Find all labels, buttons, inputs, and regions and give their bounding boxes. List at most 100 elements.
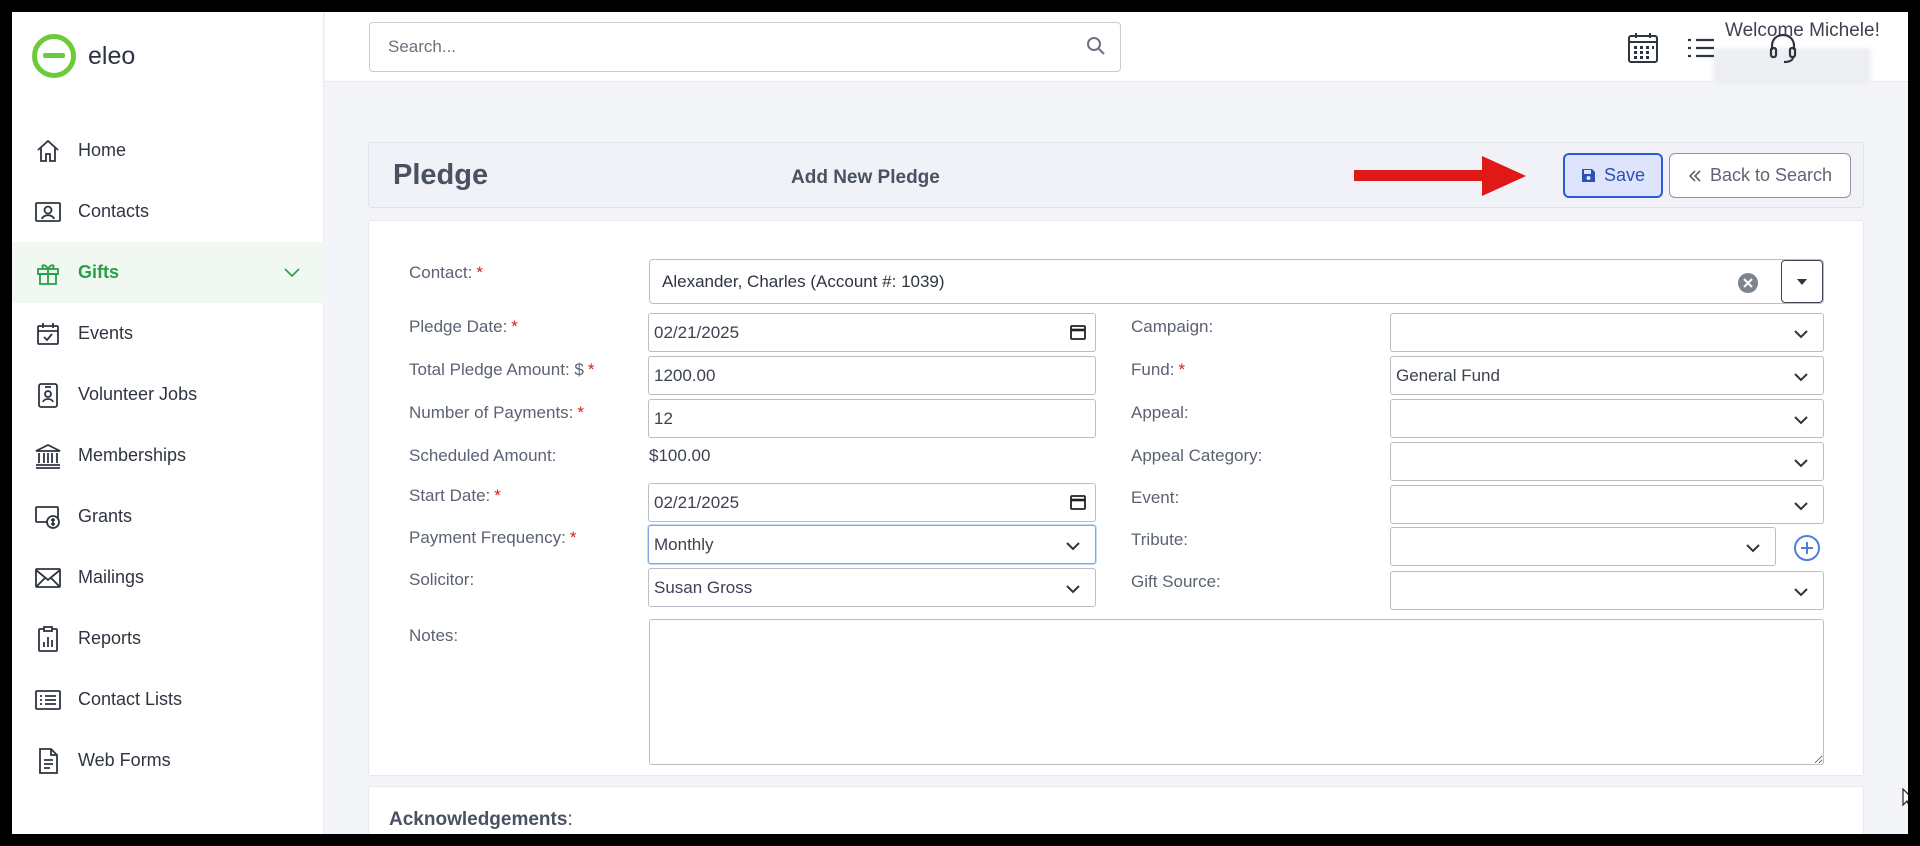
save-icon	[1581, 169, 1595, 182]
sidebar-item-contacts[interactable]: Contacts	[12, 181, 324, 242]
double-chevron-left-icon	[1688, 169, 1701, 182]
calendar-check-icon	[34, 320, 62, 348]
money-icon	[34, 503, 62, 531]
solicitor-select[interactable]: Susan Gross	[648, 568, 1096, 607]
back-button-label: Back to Search	[1709, 165, 1833, 185]
chevron-down-icon	[1065, 536, 1081, 556]
calendar-grid-icon[interactable]	[1623, 28, 1663, 68]
appeal-category-label: Appeal Category:	[1131, 446, 1263, 465]
notes-textarea[interactable]	[649, 619, 1824, 765]
document-icon	[34, 747, 62, 775]
payment-frequency-value: Monthly	[654, 534, 714, 554]
contact-value: Alexander, Charles (Account #: 1039)	[662, 271, 945, 291]
sidebar-item-home[interactable]: Home	[12, 120, 324, 181]
chevron-down-icon	[1065, 579, 1081, 599]
chevron-down-icon	[1793, 582, 1809, 602]
acknowledgements-title: Acknowledgements:	[389, 809, 573, 830]
calendar-icon[interactable]	[1069, 323, 1087, 346]
start-date-input[interactable]: 02/21/2025	[648, 483, 1096, 522]
scheduled-amount-value: $100.00	[649, 446, 711, 465]
sidebar-item-events[interactable]: Events	[12, 303, 324, 364]
start-date-value: 02/21/2025	[654, 492, 740, 512]
search-box	[369, 22, 1121, 72]
sidebar-nav: Home Contacts Gifts Events Volunteer Job…	[12, 120, 324, 791]
sidebar-item-label: Gifts	[78, 262, 120, 282]
number-of-payments-label: Number of Payments: *	[409, 403, 585, 422]
total-pledge-amount-input[interactable]: 1200.00	[648, 356, 1096, 395]
fund-select[interactable]: General Fund	[1390, 356, 1824, 395]
sidebar-item-label: Volunteer Jobs	[78, 384, 198, 404]
red-arrow-annotation	[1354, 156, 1526, 196]
chevron-down-icon	[1793, 410, 1809, 430]
home-icon	[34, 137, 62, 165]
payment-frequency-select[interactable]: Monthly	[648, 525, 1096, 564]
sidebar-item-label: Grants	[78, 506, 133, 526]
notes-label: Notes:	[409, 626, 459, 645]
sidebar-item-volunteer-jobs[interactable]: Volunteer Jobs	[12, 364, 324, 425]
total-pledge-amount-value: 1200.00	[654, 365, 716, 385]
search-icon[interactable]	[1086, 36, 1106, 61]
campaign-select[interactable]	[1390, 313, 1824, 352]
sidebar-item-grants[interactable]: Grants	[12, 486, 324, 547]
app-window: eleo Home Contacts Gifts Events Voluntee…	[12, 12, 1908, 834]
contact-card-icon	[34, 198, 62, 226]
sidebar-item-memberships[interactable]: Memberships	[12, 425, 324, 486]
mouse-cursor-icon	[1902, 788, 1908, 807]
page-title: Pledge	[393, 159, 489, 191]
payment-frequency-label: Payment Frequency: *	[409, 528, 577, 547]
appeal-category-select[interactable]	[1390, 442, 1824, 481]
appeal-select[interactable]	[1390, 399, 1824, 438]
number-of-payments-value: 12	[654, 408, 673, 428]
acknowledgements-section: Acknowledgements:	[368, 786, 1864, 834]
search-input[interactable]	[370, 23, 1050, 71]
total-pledge-amount-label: Total Pledge Amount: $ *	[409, 360, 595, 379]
contact-dropdown-button[interactable]	[1781, 260, 1823, 303]
sidebar: eleo Home Contacts Gifts Events Voluntee…	[12, 12, 324, 834]
gift-source-label: Gift Source:	[1131, 572, 1221, 591]
list-icon[interactable]	[1681, 28, 1721, 68]
logo-text: eleo	[88, 41, 136, 70]
tribute-select[interactable]	[1390, 527, 1776, 566]
headset-icon[interactable]	[1763, 28, 1803, 68]
sidebar-item-contact-lists[interactable]: Contact Lists	[12, 669, 324, 730]
envelope-icon	[34, 564, 62, 592]
gift-source-select[interactable]	[1390, 571, 1824, 610]
event-select[interactable]	[1390, 485, 1824, 524]
sidebar-item-label: Contact Lists	[78, 689, 183, 709]
chevron-down-icon	[1793, 453, 1809, 473]
appeal-label: Appeal:	[1131, 403, 1189, 422]
event-label: Event:	[1131, 488, 1180, 507]
contact-select[interactable]: Alexander, Charles (Account #: 1039)	[649, 259, 1824, 304]
page-header: Pledge Add New Pledge Save Back to Searc…	[368, 142, 1864, 208]
sidebar-item-label: Memberships	[78, 445, 187, 465]
sidebar-item-label: Events	[78, 323, 134, 343]
chevron-down-icon	[1793, 496, 1809, 516]
page-subtitle: Add New Pledge	[791, 167, 940, 188]
sidebar-item-reports[interactable]: Reports	[12, 608, 324, 669]
top-bar: Welcome Michele!	[325, 12, 1908, 84]
caret-down-icon	[1797, 278, 1807, 285]
back-to-search-button[interactable]: Back to Search	[1669, 153, 1851, 198]
solicitor-label: Solicitor:	[409, 570, 475, 589]
chevron-down-icon	[1793, 367, 1809, 387]
number-of-payments-input[interactable]: 12	[648, 399, 1096, 438]
calendar-icon[interactable]	[1069, 493, 1087, 516]
campaign-label: Campaign:	[1131, 317, 1214, 336]
sidebar-item-gifts[interactable]: Gifts	[12, 242, 324, 303]
eleo-logo-icon	[32, 34, 76, 78]
clear-icon[interactable]	[1737, 272, 1759, 299]
pledge-date-input[interactable]: 02/21/2025	[648, 313, 1096, 352]
save-button-label: Save	[1603, 165, 1646, 185]
contact-label: Contact: *	[409, 263, 483, 282]
logo[interactable]: eleo	[32, 34, 135, 78]
pledge-date-value: 02/21/2025	[654, 322, 740, 342]
sidebar-item-mailings[interactable]: Mailings	[12, 547, 324, 608]
chevron-down-icon[interactable]	[284, 262, 300, 283]
save-button[interactable]: Save	[1563, 153, 1663, 198]
chevron-down-icon	[1793, 324, 1809, 344]
sidebar-item-web-forms[interactable]: Web Forms	[12, 730, 324, 791]
add-tribute-icon[interactable]	[1794, 535, 1820, 561]
report-icon	[34, 625, 62, 653]
solicitor-value: Susan Gross	[654, 577, 753, 597]
sidebar-item-label: Home	[78, 140, 127, 160]
